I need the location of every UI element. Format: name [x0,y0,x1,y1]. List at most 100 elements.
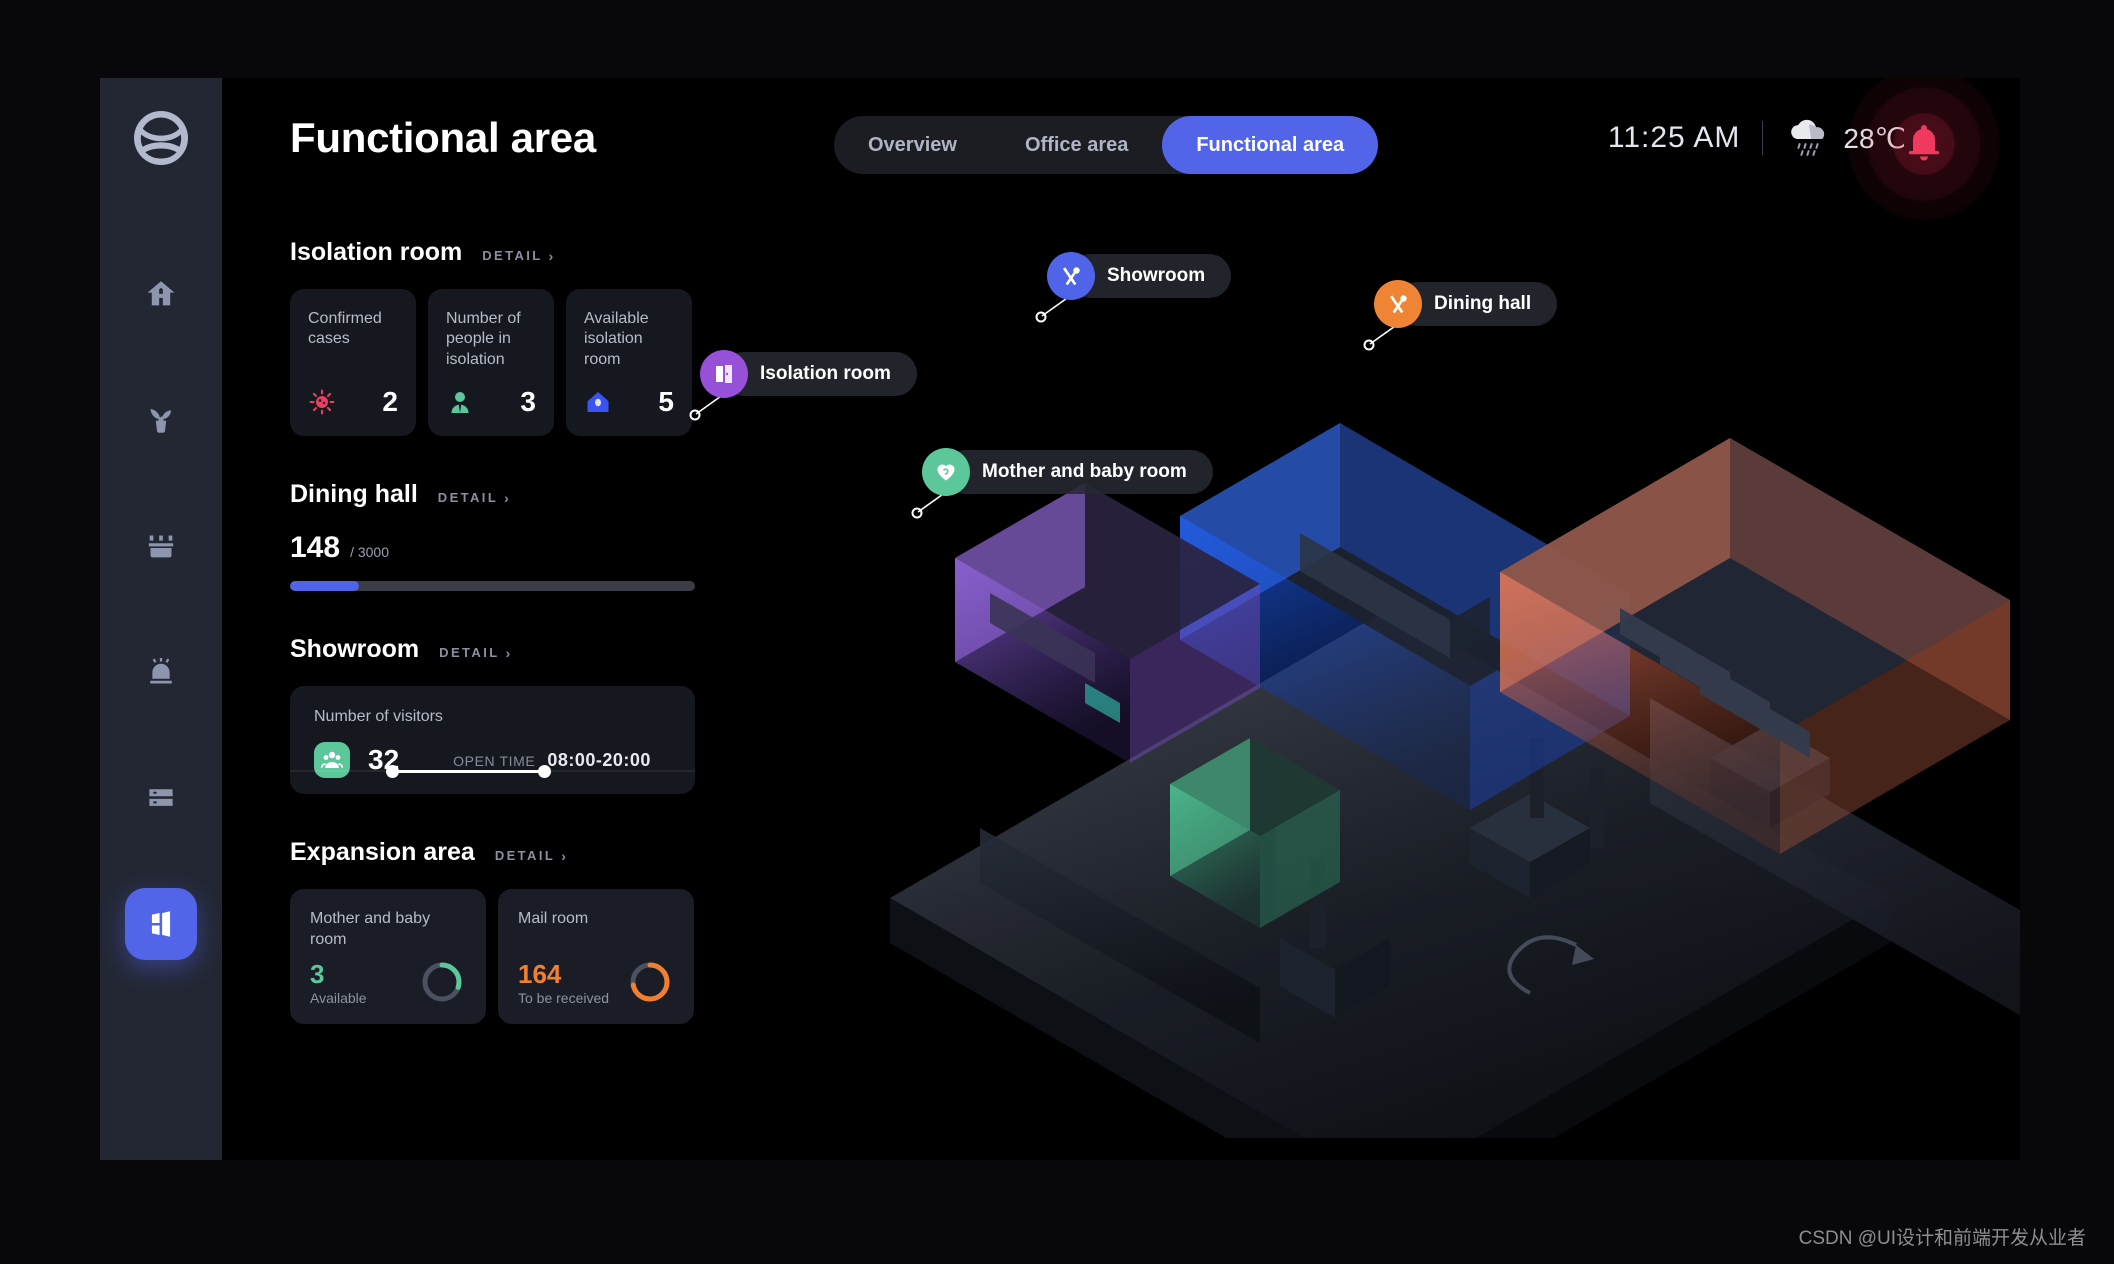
tab-functional-area[interactable]: Functional area [1162,116,1379,174]
sidebar-item-layout[interactable] [125,888,197,960]
device-icon [148,535,174,558]
detail-link-expansion[interactable]: DETAIL › [495,848,568,864]
stat-card-people-in-isolation[interactable]: Number of people in isolation 3 [428,289,554,437]
notification-button[interactable] [1848,78,2000,220]
section-title: Showroom [290,635,420,664]
chevron-right-icon: › [548,247,556,264]
slider-range [392,770,544,774]
stat-label: Confirmed cases [308,310,382,348]
sidebar-item-device[interactable] [125,510,197,582]
house-icon [584,388,612,416]
stat-bottom: 2 [308,386,398,418]
person-icon [446,388,474,416]
sidebar-item-alarm[interactable] [125,636,197,708]
isolation-cards: Confirmed cases 2 Number of people in is… [290,289,720,437]
map-marker-mother-and-baby-room[interactable]: Mother and baby room [922,448,1213,496]
open-time-slider[interactable] [290,764,695,779]
stat-card-available-isolation-room[interactable]: Available isolation room 5 [566,289,692,437]
rain-cloud-icon [1785,118,1831,158]
stat-card-confirmed-cases[interactable]: Confirmed cases 2 [290,289,416,437]
exp-sub: To be received [518,990,610,1007]
tab-office-area[interactable]: Office area [991,116,1162,174]
section-header-expansion: Expansion area DETAIL › [290,838,720,867]
server-icon [149,789,173,806]
detail-link-showroom[interactable]: DETAIL › [439,645,512,661]
section-title: Dining hall [290,480,418,509]
stat-value: 2 [382,386,398,418]
stat-value: 5 [658,386,674,418]
exp-stat: 3 Available [310,960,367,1007]
tab-overview[interactable]: Overview [834,116,991,174]
chevron-right-icon: › [504,489,512,506]
stat-label: Available isolation room [584,310,649,368]
baby-icon [922,448,970,496]
screenshot-root: Functional area Overview Office area Fun… [0,0,2114,1264]
sidebar-item-home[interactable] [125,258,197,330]
section-title: Isolation room [290,238,463,266]
stat-value: 3 [520,386,536,418]
map-marker-showroom[interactable]: Showroom [1047,252,1232,300]
slider-knob-start[interactable] [386,765,399,779]
showroom-card[interactable]: Number of visitors 32 OPEN TIME 08:00-20… [290,686,695,795]
chevron-right-icon: › [505,644,513,661]
exp-value: 3 [310,958,325,989]
donut-chart-mail-room [630,962,670,1002]
cutlery-icon [1047,252,1095,300]
section-header-isolation: Isolation room DETAIL › [290,238,720,267]
dining-progress-bar [290,581,695,592]
exp-value: 164 [518,958,562,989]
sidebar-item-plant[interactable] [125,384,197,456]
plant-icon [150,408,172,433]
detail-link-isolation[interactable]: DETAIL › [482,248,555,264]
detail-label: DETAIL [437,490,499,506]
expansion-cards: Mother and baby room 3 Available Mail ro… [290,889,720,1025]
virus-icon [308,388,336,416]
expansion-card-mail-room[interactable]: Mail room 164 To be received [498,889,694,1025]
status-divider [1762,121,1764,155]
stat-bottom: 5 [584,386,674,418]
door-icon [700,350,748,398]
expansion-card-mother-baby[interactable]: Mother and baby room 3 Available [290,889,486,1025]
alarm-light-icon [150,657,172,684]
exp-label: Mother and baby room [310,910,431,949]
sidebar [100,78,222,1160]
detail-label: DETAIL [439,645,500,661]
cutlery-icon [1374,280,1422,328]
data-panel: Isolation room DETAIL › Confirmed cases [290,238,720,1025]
section-header-dining: Dining hall DETAIL › [290,480,720,509]
sidebar-nav [100,258,222,960]
page-title: Functional area [290,114,596,161]
donut-chart-mother-baby [422,962,462,1002]
dining-count: 148 / 3000 [290,531,720,565]
company-logo [131,108,191,168]
detail-label: DETAIL [494,848,556,864]
app-window: Functional area Overview Office area Fun… [100,78,2020,1160]
detail-link-dining[interactable]: DETAIL › [438,490,511,506]
section-title: Expansion area [290,838,475,867]
exp-bottom: 3 Available [310,958,466,1006]
exp-bottom: 164 To be received [518,958,674,1006]
bell-icon [1908,125,1940,161]
clock: 11:25 AM [1607,121,1741,154]
chevron-right-icon: › [561,847,569,864]
watermark: CSDN @UI设计和前端开发从业者 [1798,1228,2086,1249]
stat-label: Number of people in isolation [446,310,521,368]
sidebar-item-server[interactable] [125,762,197,834]
exp-stat: 164 To be received [518,960,609,1007]
dining-progress-fill [290,581,359,592]
slider-knob-end[interactable] [538,765,551,779]
map-marker-dining-hall[interactable]: Dining hall [1374,280,1558,328]
exp-sub: Available [310,990,367,1007]
layout-icon [151,911,171,937]
showroom-card-label: Number of visitors [314,708,443,726]
map-marker-isolation-room[interactable]: Isolation room [700,350,917,398]
home-icon [147,281,175,306]
marker-label: Isolation room [722,352,917,396]
stat-bottom: 3 [446,386,536,418]
detail-label: DETAIL [482,248,543,263]
dining-current: 148 [290,531,341,565]
exp-label: Mail room [518,910,589,928]
